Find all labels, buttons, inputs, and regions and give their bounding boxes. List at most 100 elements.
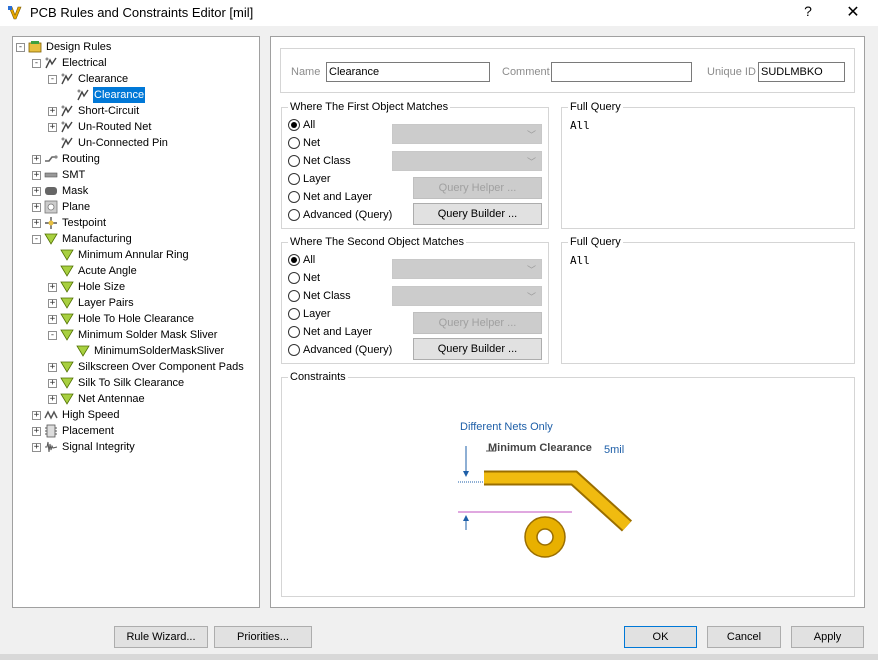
first-radio-net-class[interactable]: Net Class [288,153,351,169]
chevron-down-icon: ﹀ [526,130,536,140]
comment-label: Comment [502,66,550,78]
second-radio-layer[interactable]: Layer [288,306,331,322]
expand-icon[interactable]: + [48,394,57,404]
expand-icon[interactable]: + [32,154,41,164]
second-radio-all[interactable]: All [288,252,315,268]
high-speed-icon [44,408,58,422]
rule-editor-panel: Name Comment Unique ID Where The First O… [270,36,865,608]
tree-item-clearance[interactable]: Clearance [64,87,146,103]
tree-item-minimum-annular-ring[interactable]: Minimum Annular Ring [48,247,190,263]
expand-icon[interactable]: + [48,106,57,116]
rule-wizard-button[interactable]: Rule Wizard... [114,626,208,648]
expand-icon[interactable]: + [48,122,57,132]
first-combo-1[interactable]: ﹀ [392,124,542,144]
tree-item-label: Net Antennae [78,393,145,405]
close-button[interactable]: ✕ [842,2,864,22]
tree-item-clearance[interactable]: - Clearance [48,71,129,87]
tree-item-label: Design Rules [46,41,112,53]
tree-item-label: Minimum Annular Ring [78,249,189,261]
title-bar: PCB Rules and Constraints Editor [mil] ?… [0,0,878,26]
collapse-icon[interactable]: - [48,330,57,340]
cancel-button[interactable]: Cancel [707,626,781,648]
expand-icon[interactable]: + [48,282,57,292]
apply-button[interactable]: Apply [791,626,864,648]
first-full-query-group: Full Query All [561,101,855,229]
constraints-group: Constraints Different Nets Only Minimum … [281,371,855,597]
tree-item-net-antennae[interactable]: + Net Antennae [48,391,146,407]
tree-item-hole-size[interactable]: + Hole Size [48,279,126,295]
tree-item-minimumsoldermasksliver[interactable]: MinimumSolderMaskSliver [64,343,225,359]
tree-item-signal-integrity[interactable]: + Signal Integrity [32,439,136,455]
expand-icon[interactable]: + [32,218,41,228]
expand-icon[interactable]: + [48,298,57,308]
expand-icon[interactable]: + [48,378,57,388]
second-radio-advanced[interactable]: Advanced (Query) [288,342,392,358]
tree-item-un-routed-net[interactable]: + Un-Routed Net [48,119,152,135]
unrouted-net-icon [60,120,74,134]
second-combo-1[interactable]: ﹀ [392,259,542,279]
tree-item-un-connected-pin[interactable]: Un-Connected Pin [48,135,169,151]
first-match-group: Where The First Object Matches All Net N… [281,101,549,229]
tree-item-smt[interactable]: + SMT [32,167,86,183]
placement-icon [44,424,58,438]
signal-integrity-icon [44,440,58,454]
expand-icon[interactable]: + [48,362,57,372]
expand-icon[interactable]: + [48,314,57,324]
priorities-button[interactable]: Priorities... [214,626,312,648]
tree-item-label: Signal Integrity [62,441,135,453]
expand-icon[interactable]: + [32,410,41,420]
tree-item-testpoint[interactable]: + Testpoint [32,215,107,231]
expand-icon[interactable]: + [32,202,41,212]
collapse-icon[interactable]: - [32,58,41,68]
tree-item-hole-to-hole-clearance[interactable]: + Hole To Hole Clearance [48,311,195,327]
tree-item-label: Minimum Solder Mask Sliver [78,329,218,341]
first-radio-advanced[interactable]: Advanced (Query) [288,207,392,223]
expand-icon[interactable]: + [32,426,41,436]
ok-button[interactable]: OK [624,626,697,648]
collapse-icon[interactable]: - [16,42,25,52]
second-query-builder-button[interactable]: Query Builder ... [413,338,542,360]
tree-item-placement[interactable]: + Placement [32,423,115,439]
tree-item-short-circuit[interactable]: + Short-Circuit [48,103,140,119]
tree-item-layer-pairs[interactable]: + Layer Pairs [48,295,135,311]
design-rules-icon [28,40,42,54]
tree-item-plane[interactable]: + Plane [32,199,91,215]
second-radio-net-class[interactable]: Net Class [288,288,351,304]
first-query-builder-button[interactable]: Query Builder ... [413,203,542,225]
manufacturing-icon [44,232,58,246]
tree-item-silkscreen-over-component-pads[interactable]: + Silkscreen Over Component Pads [48,359,245,375]
first-radio-net[interactable]: Net [288,135,320,151]
tree-item-label: Silk To Silk Clearance [78,377,185,389]
help-button[interactable]: ? [798,3,818,19]
first-radio-all[interactable]: All [288,117,315,133]
comment-input[interactable] [551,62,692,82]
unique-id-input[interactable] [758,62,845,82]
tree-item-manufacturing[interactable]: - Manufacturing [32,231,133,247]
tree-item-mask[interactable]: + Mask [32,183,89,199]
second-radio-net-and-layer[interactable]: Net and Layer [288,324,372,340]
first-radio-net-and-layer[interactable]: Net and Layer [288,189,372,205]
first-query-helper-button[interactable]: Query Helper ... [413,177,542,199]
tree-item-silk-to-silk-clearance[interactable]: + Silk To Silk Clearance [48,375,185,391]
second-combo-2[interactable]: ﹀ [392,286,542,306]
tree-item-design-rules[interactable]: - Design Rules [16,39,112,55]
tree-item-routing[interactable]: + Routing [32,151,101,167]
tree-item-acute-angle[interactable]: Acute Angle [48,263,138,279]
expand-icon[interactable]: + [32,186,41,196]
collapse-icon[interactable]: - [32,234,41,244]
collapse-icon[interactable]: - [48,74,57,84]
name-input[interactable] [326,62,490,82]
tree-item-label: Clearance [78,73,129,85]
first-radio-layer[interactable]: Layer [288,171,331,187]
tree-item-electrical[interactable]: - Electrical [32,55,108,71]
tree-item-minimum-solder-mask-sliver[interactable]: - Minimum Solder Mask Sliver [48,327,218,343]
second-full-query-group: Full Query All [561,236,855,364]
expand-icon[interactable]: + [32,170,41,180]
expand-icon[interactable]: + [32,442,41,452]
taskbar-strip [0,654,878,660]
second-query-helper-button[interactable]: Query Helper ... [413,312,542,334]
tree-item-label: Un-Routed Net [78,121,152,133]
tree-item-high-speed[interactable]: + High Speed [32,407,121,423]
first-combo-2[interactable]: ﹀ [392,151,542,171]
second-radio-net[interactable]: Net [288,270,320,286]
